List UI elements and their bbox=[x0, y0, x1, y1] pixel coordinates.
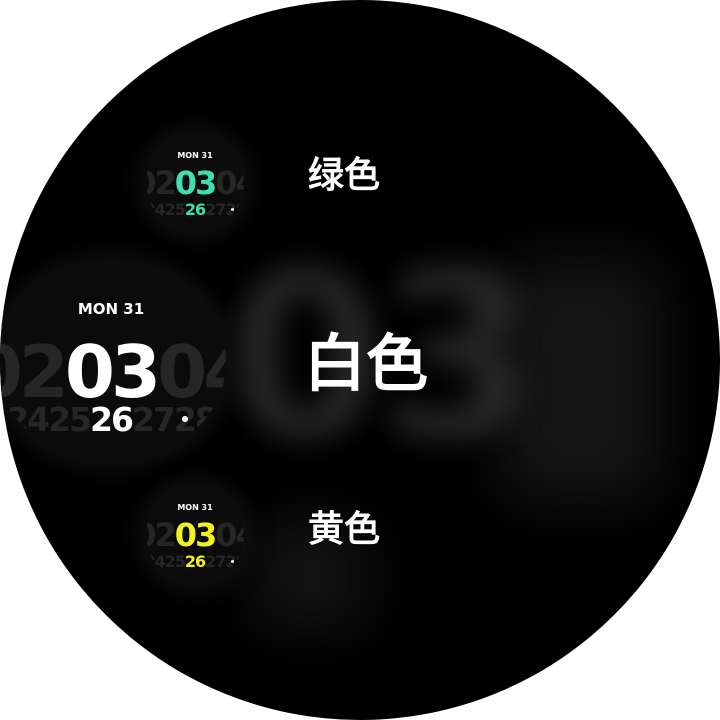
face-minute-next: 27 bbox=[205, 552, 226, 571]
color-option-label-white[interactable]: 白色 bbox=[304, 330, 428, 398]
face-minute-next: 27 bbox=[205, 200, 226, 219]
face-minute-prev2: 24 bbox=[146, 552, 166, 571]
face-hour-row: 02 03 04 bbox=[146, 516, 244, 554]
face-minute-row: 24 25 26 27 28 bbox=[146, 552, 244, 571]
watch-face-white-preview[interactable]: MON 31 02 03 04 24 25 26 27 28 bbox=[0, 262, 226, 462]
face-minute-prev: 25 bbox=[164, 200, 186, 219]
color-option-label-green[interactable]: 绿色 bbox=[308, 156, 380, 196]
face-minute-next: 27 bbox=[131, 400, 176, 439]
face-date: MON 31 bbox=[177, 151, 213, 160]
seconds-dot-icon bbox=[231, 560, 234, 563]
face-minute-prev: 25 bbox=[48, 400, 92, 439]
face-minute-next2: 28 bbox=[225, 200, 244, 219]
face-minute-prev: 25 bbox=[164, 552, 186, 571]
face-minute-row: 24 25 26 27 28 bbox=[0, 400, 226, 439]
face-minute-next2: 28 bbox=[225, 552, 244, 571]
watch-face-yellow-preview[interactable]: MON 31 02 03 04 24 25 26 27 28 bbox=[146, 486, 244, 584]
watch-screen: 03 MON 31 02 03 04 24 25 26 27 28 绿色 MON… bbox=[0, 0, 720, 720]
face-date: MON 31 bbox=[77, 300, 145, 318]
face-hour-row: 02 03 04 bbox=[146, 164, 244, 202]
face-minute-row: 24 25 26 27 28 bbox=[146, 200, 244, 219]
face-minute: 26 bbox=[184, 552, 206, 571]
face-date: MON 31 bbox=[177, 503, 213, 512]
color-option-label-yellow[interactable]: 黄色 bbox=[308, 510, 380, 550]
face-minute: 26 bbox=[90, 400, 134, 439]
face-hour: 03 bbox=[174, 164, 218, 202]
face-hour-next: 04 bbox=[215, 164, 244, 202]
seconds-dot-icon bbox=[231, 208, 234, 211]
face-hour: 03 bbox=[174, 516, 218, 554]
face-hour-prev: 02 bbox=[146, 164, 177, 202]
face-minute-prev2: 24 bbox=[146, 200, 166, 219]
watch-face-green-preview[interactable]: MON 31 02 03 04 24 25 26 27 28 bbox=[146, 134, 244, 232]
face-minute-prev2: 24 bbox=[6, 400, 50, 439]
face-hour-next: 04 bbox=[215, 516, 244, 554]
face-minute-next2: 28 bbox=[173, 400, 218, 439]
face-minute: 26 bbox=[184, 200, 206, 219]
face-hour-prev: 02 bbox=[146, 516, 177, 554]
seconds-dot-icon bbox=[182, 416, 188, 422]
